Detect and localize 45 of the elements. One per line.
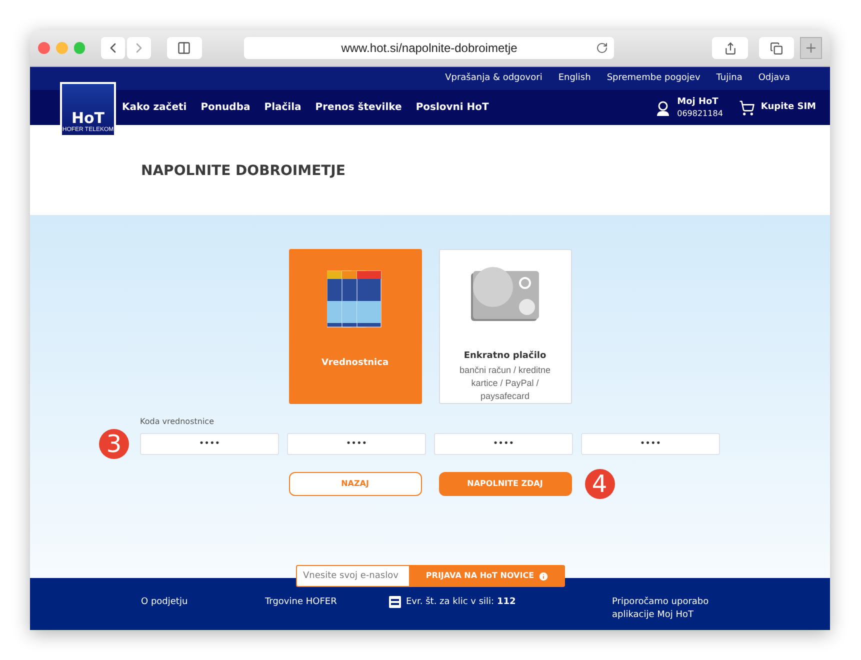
code-input-field[interactable]: •••• (140, 433, 279, 455)
option-description: bančni račun / kreditne kartice / PayPal / paysafecard (458, 364, 552, 403)
option-title: Enkratno plačilo (464, 350, 546, 362)
payment-option-card[interactable]: Enkratno plačilo bančni račun / kreditne kartice / PayPal / paysafecard (438, 249, 572, 404)
share-icon (724, 42, 737, 54)
address-bar[interactable]: www.hot.si/napolnite-dobroimetje (244, 37, 614, 59)
user-icon (655, 100, 672, 116)
cart-link[interactable]: Kupite SIM (760, 100, 816, 114)
code-input-field[interactable]: •••• (434, 433, 573, 455)
info-icon (538, 570, 550, 582)
footer-link[interactable]: Priporočamo uporabo aplikacije Moj HoT (612, 596, 752, 622)
new-tab-button[interactable] (800, 37, 822, 59)
step-badge: 3 (99, 429, 129, 459)
option-title: Vrednostnica (321, 357, 389, 370)
sidebar-icon (177, 41, 192, 55)
back-button[interactable] (101, 37, 126, 59)
reload-icon[interactable] (596, 42, 608, 54)
step-badge: 4 (584, 469, 614, 499)
cart-icon[interactable] (738, 100, 755, 116)
account-number: 069821184 (677, 108, 723, 118)
email-input-field[interactable]: Vnesite svoj e-naslov (296, 565, 410, 587)
nav-link[interactable]: Kako začeti (122, 100, 187, 115)
emergency-number-text: Evr. št. za klic v sili: 112 (406, 596, 516, 609)
account-name[interactable]: Moj HoT (677, 96, 723, 108)
nav-link[interactable]: Prenos številke (315, 100, 402, 115)
code-label: Koda vrednostnice (140, 417, 214, 426)
code-input-field[interactable]: •••• (581, 433, 720, 455)
page-title: NAPOLNITE DOBROIMETJE (141, 162, 346, 180)
nav-link[interactable]: Plačila (264, 100, 302, 115)
plus-icon (804, 41, 818, 55)
top-link[interactable]: Tujina (716, 72, 742, 86)
footer-link[interactable]: Trgovine HOFER (265, 596, 337, 609)
top-link[interactable]: Vprašanja & odgovori (445, 72, 542, 86)
tabs-icon (770, 42, 784, 54)
sidebar-button[interactable] (166, 37, 202, 59)
nav-link[interactable]: Poslovni HoT (416, 100, 489, 115)
share-button[interactable] (712, 37, 748, 59)
footer-link[interactable]: O podjetju (141, 596, 188, 609)
top-link[interactable]: Spremembe pogojev (606, 72, 700, 86)
phone-number-icon (389, 596, 401, 608)
tabs-button[interactable] (758, 37, 794, 59)
code-input-field[interactable]: •••• (287, 433, 426, 455)
top-link[interactable]: English (558, 72, 591, 86)
nav-link[interactable]: Ponudba (200, 100, 250, 115)
top-link[interactable]: Odjava (758, 72, 790, 86)
